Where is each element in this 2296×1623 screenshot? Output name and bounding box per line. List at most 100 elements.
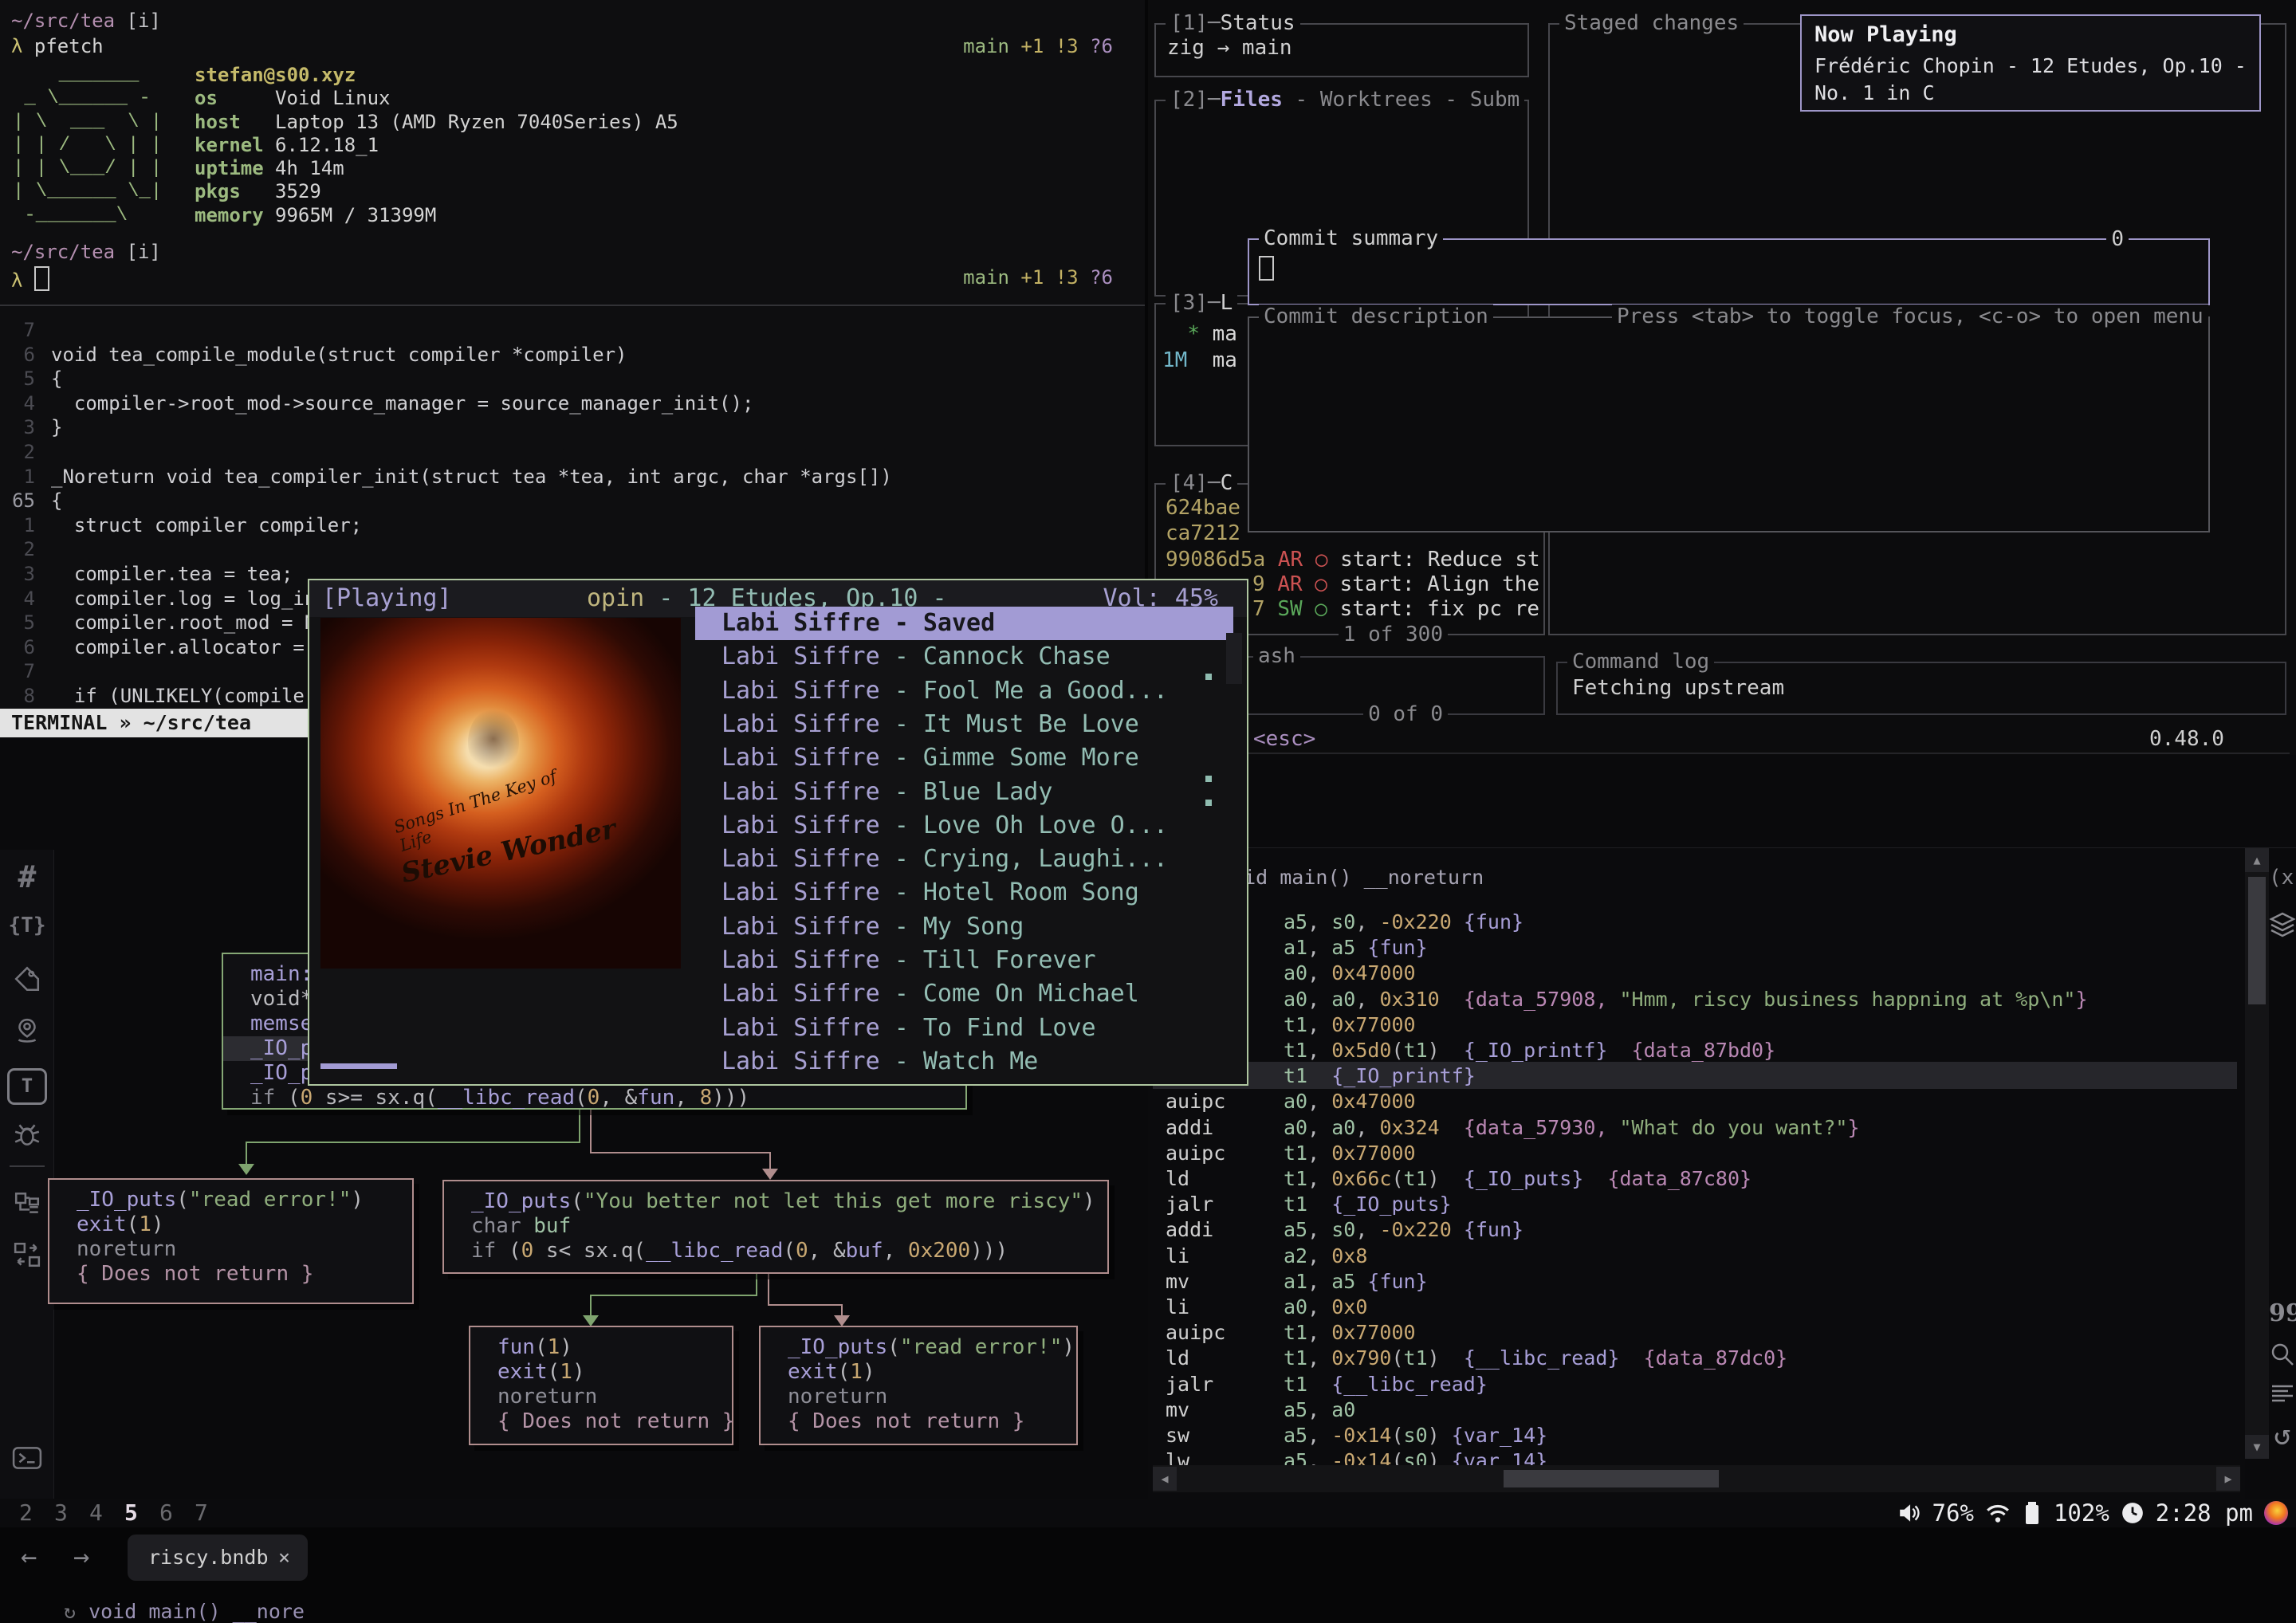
track-row[interactable]: Labi Siffre - Cannock Chase (695, 640, 1233, 674)
asm-row[interactable]: lia2, 0x8 (1148, 1244, 2245, 1269)
list-scroll-thumb[interactable] (1226, 633, 1242, 684)
wifi-icon[interactable] (1985, 1501, 2011, 1525)
code-line[interactable]: 7 (0, 318, 1145, 343)
asm-row[interactable]: jalrt1 {_IO_puts} (1148, 1192, 2245, 1217)
code-line[interactable]: 65{ (0, 489, 1145, 513)
console-icon[interactable] (0, 1444, 54, 1475)
strings-icon[interactable]: 99 (2269, 1299, 2296, 1327)
asm-row[interactable]: a1, a5 {fun} (1148, 935, 2245, 961)
code-line[interactable]: 6void tea_compile_module(struct compiler… (0, 343, 1145, 367)
location-icon[interactable] (0, 1017, 54, 1049)
nav-forward-icon[interactable]: → (73, 1541, 89, 1573)
workspace-5[interactable]: 5 (124, 1499, 159, 1527)
code-line[interactable]: 4 compiler->root_mod->source_manager = s… (0, 391, 1145, 416)
terminal-title-bar[interactable]: TERMINAL » ~/src/tea (0, 709, 313, 737)
reload-icon[interactable]: ↻ (64, 1600, 76, 1623)
tab-riscy-bndb[interactable]: riscy.bndb × (128, 1535, 308, 1581)
code-line[interactable]: 5{ (0, 367, 1145, 391)
asm-row[interactable]: auipca0, 0x47000 (1148, 1089, 2245, 1114)
asm-row[interactable]: a0, a0, 0x310 {data_57908, "Hmm, riscy b… (1148, 987, 2245, 1012)
scroll-up-icon[interactable]: ▲ (2245, 848, 2269, 872)
asm-row[interactable]: ldt1, 0x66c(t1) {_IO_puts} {data_87c80} (1148, 1166, 2245, 1192)
track-row[interactable]: Labi Siffre - To Find Love (695, 1012, 1233, 1045)
track-row[interactable]: Labi Siffre - Gimme Some More (695, 741, 1233, 775)
text-view-icon[interactable]: T (0, 1068, 54, 1105)
asm-row[interactable]: swa5, -0x14(s0) {var_14} (1148, 1423, 2245, 1448)
bug-icon[interactable] (0, 1121, 54, 1153)
search-icon[interactable] (2269, 1341, 2296, 1371)
branch-row[interactable]: * ma (1162, 322, 1237, 346)
workspace-3[interactable]: 3 (54, 1499, 89, 1527)
track-row[interactable]: Labi Siffre - Love Oh Love O... (695, 809, 1233, 843)
graph-node[interactable]: fun(1)exit(1)noreturn{ Does not return } (469, 1326, 733, 1445)
track-row[interactable]: Labi Siffre - Crying, Laughi... (695, 843, 1233, 876)
code-line[interactable]: 2 (0, 440, 1145, 465)
asm-row[interactable]: mva1, a5 {fun} (1148, 1269, 2245, 1295)
layers-icon[interactable] (2269, 912, 2296, 945)
branch-row[interactable]: 1M ma (1162, 348, 1237, 372)
log-icon[interactable] (2269, 1381, 2296, 1411)
swap-views-icon[interactable] (0, 1240, 54, 1272)
track-row[interactable]: Labi Siffre - Fool Me a Good... (695, 674, 1233, 708)
asm-row[interactable]: jalrt1 {__libc_read} (1148, 1372, 2245, 1397)
track-row[interactable]: Labi Siffre - Watch Me (695, 1045, 1233, 1079)
variables-icon[interactable]: (x) (2269, 866, 2296, 890)
asm-row[interactable]: auipct1, 0x77000 (1148, 1141, 2245, 1166)
commit-summary-popup[interactable]: Commit summary 0 (1248, 238, 2210, 305)
scroll-right-icon[interactable]: ▶ (2216, 1467, 2240, 1491)
system-badge-icon[interactable] (2264, 1501, 2288, 1525)
clock-icon[interactable] (2121, 1501, 2145, 1525)
vertical-scroll-thumb[interactable] (2248, 877, 2266, 1004)
commit-row[interactable]: 624bae (1166, 496, 1240, 520)
commit-description-popup[interactable]: Commit description Press <tab> to toggle… (1248, 316, 2210, 532)
commit-row[interactable]: 7 SW ○ start: fix pc re (1252, 597, 1539, 621)
workspace-2[interactable]: 2 (19, 1499, 54, 1527)
track-row[interactable]: Labi Siffre - Blue Lady (695, 776, 1233, 809)
asm-row[interactable]: addia0, a0, 0x324 {data_57930, "What do … (1148, 1115, 2245, 1141)
now-playing-notification[interactable]: Now Playing Frédéric Chopin - 12 Etudes,… (1800, 14, 2261, 112)
history-icon[interactable]: ↺ (2269, 1419, 2296, 1452)
graph-node[interactable]: _IO_puts("read error!")exit(1)noreturn{ … (759, 1326, 1078, 1445)
track-row[interactable]: Labi Siffre - Come On Michael (695, 977, 1233, 1011)
nav-back-icon[interactable]: ← (21, 1541, 37, 1573)
commit-row[interactable]: 9 AR ○ start: Align the (1252, 572, 1539, 596)
asm-row[interactable]: t1, 0x77000 (1148, 1012, 2245, 1038)
graph-node[interactable]: _IO_puts("read error!")exit(1)noreturn{ … (48, 1178, 414, 1304)
workspace-6[interactable]: 6 (159, 1499, 195, 1527)
symbols-icon[interactable]: # (0, 859, 54, 894)
command-line[interactable]: λ (11, 266, 49, 292)
track-row[interactable]: Labi Siffre - My Song (695, 910, 1233, 944)
asm-row[interactable]: auipct1, 0x77000 (1148, 1320, 2245, 1346)
asm-row[interactable]: ldt1, 0x790(t1) {__libc_read} {data_87dc… (1148, 1346, 2245, 1371)
asm-row[interactable]: a0, 0x47000 (1148, 961, 2245, 986)
commit-row[interactable]: 99086d5a AR ○ start: Reduce st (1166, 548, 1540, 572)
track-row[interactable]: Labi Siffre - Hotel Room Song (695, 876, 1233, 910)
scroll-left-icon[interactable]: ◀ (1153, 1467, 1177, 1491)
track-row[interactable]: Labi Siffre - Saved (695, 607, 1233, 640)
progress-bar[interactable] (320, 1063, 397, 1069)
battery-icon[interactable] (2022, 1501, 2042, 1525)
horizontal-scroll-thumb[interactable] (1504, 1470, 1719, 1487)
track-row[interactable]: Labi Siffre - It Must Be Love (695, 708, 1233, 741)
tab-close-icon[interactable]: × (278, 1535, 290, 1581)
workspace-indicator[interactable]: 234567 (19, 1499, 230, 1527)
workspace-7[interactable]: 7 (195, 1499, 230, 1527)
graph-node[interactable]: _IO_puts("You better not let this get mo… (442, 1180, 1109, 1274)
commit-row[interactable]: ca7212 (1166, 521, 1240, 545)
workspace-4[interactable]: 4 (89, 1499, 124, 1527)
code-line[interactable]: 1_Noreturn void tea_compiler_init(struct… (0, 465, 1145, 489)
volume-icon[interactable] (1897, 1501, 1921, 1525)
code-line[interactable]: 3} (0, 415, 1145, 440)
tag-icon[interactable] (0, 965, 54, 996)
track-row[interactable]: Labi Siffre - Till Forever (695, 944, 1233, 977)
scroll-down-icon[interactable]: ▼ (2245, 1435, 2269, 1459)
asm-row[interactable]: lia0, 0x0 (1148, 1295, 2245, 1320)
escape-hint[interactable]: <esc> (1253, 727, 1315, 751)
hierarchy-icon[interactable] (0, 1189, 54, 1221)
code-line[interactable]: 2 (0, 537, 1145, 562)
asm-row[interactable]: t1, 0x5d0(t1) {_IO_printf} {data_87bd0} (1148, 1038, 2245, 1063)
asm-row[interactable]: a5, s0, -0x220 {fun} (1148, 910, 2245, 935)
asm-row[interactable]: t1 {_IO_printf} (1148, 1063, 2245, 1089)
asm-row[interactable]: mva5, a0 (1148, 1397, 2245, 1423)
asm-row[interactable]: addia5, s0, -0x220 {fun} (1148, 1217, 2245, 1243)
